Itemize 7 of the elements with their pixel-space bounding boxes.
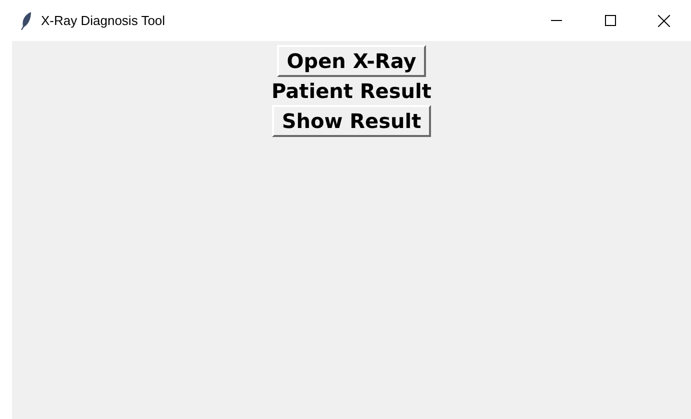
action-button[interactable]: Show Result [272, 105, 432, 137]
action-button[interactable]: Open X-Ray [276, 45, 426, 77]
close-icon [658, 14, 670, 26]
result-label: Patient Result [272, 78, 432, 104]
maximize-icon [604, 15, 616, 26]
window-title: X-Ray Diagnosis Tool [41, 13, 166, 28]
feather-icon [20, 12, 32, 30]
